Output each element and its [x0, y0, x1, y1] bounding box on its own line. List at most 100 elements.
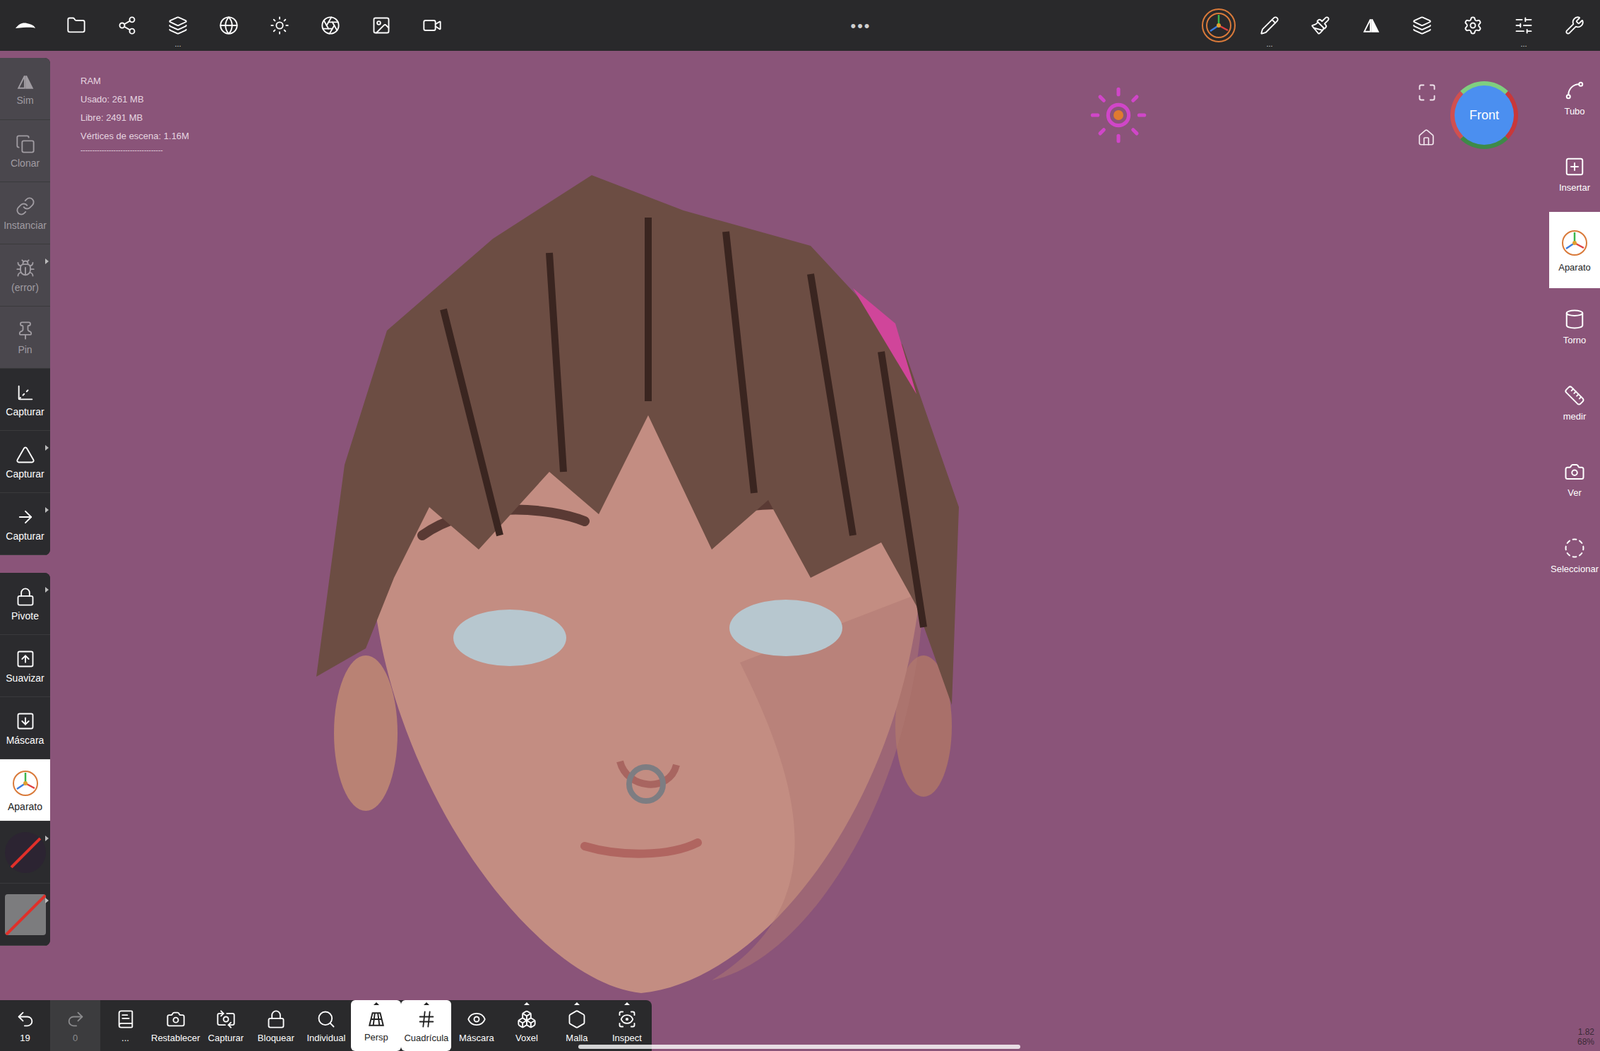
tool-label: Suavizar	[5, 672, 44, 683]
top-bar-icon	[1513, 15, 1534, 36]
left-tool[interactable]: Clonar	[0, 120, 51, 183]
top-bar-button[interactable]: ...	[1244, 0, 1295, 51]
tool-icon	[1563, 384, 1586, 407]
top-bar-icon	[422, 15, 443, 36]
right-tool[interactable]: Aparato	[1549, 211, 1600, 289]
tool-icon	[65, 1009, 86, 1029]
top-bar-icon	[168, 15, 188, 36]
bottom-tool[interactable]: Individual	[300, 999, 351, 1051]
view-cube[interactable]: Front	[1450, 81, 1519, 149]
bottom-tool[interactable]: Máscara	[451, 999, 502, 1051]
tool-label: Instanciar	[3, 220, 47, 231]
tool-label: Capturar	[208, 1033, 245, 1043]
bottom-tool[interactable]: Bloquear	[250, 999, 301, 1051]
bottom-tool[interactable]: Voxel	[501, 999, 552, 1051]
more-mark: ...	[174, 40, 181, 49]
left-tool[interactable]: Capturar	[0, 492, 51, 555]
top-bar-button[interactable]	[1396, 0, 1448, 51]
top-bar-button[interactable]	[355, 0, 407, 51]
top-bar-button[interactable]: ...	[152, 0, 204, 51]
top-bar-button[interactable]: ...	[1498, 0, 1550, 51]
bottom-tool[interactable]: ...	[100, 999, 151, 1051]
bottom-tool[interactable]: Capturar	[200, 999, 251, 1051]
left-tool[interactable]	[0, 883, 51, 946]
top-bar-button[interactable]	[254, 0, 306, 51]
left-tool[interactable]: (error)	[0, 244, 51, 307]
top-bar-button[interactable]	[50, 0, 102, 51]
top-bar-icon	[1204, 11, 1233, 40]
bottom-tool[interactable]: Restablecer	[150, 999, 201, 1051]
tool-label: Insertar	[1559, 182, 1591, 193]
left-tool[interactable]: Suavizar	[0, 634, 51, 697]
top-bar-button[interactable]	[305, 0, 356, 51]
view-cube-label: Front	[1469, 105, 1500, 125]
top-bar-button[interactable]	[0, 0, 51, 51]
tool-icon	[1563, 79, 1586, 101]
sculpt-head-icon[interactable]	[316, 168, 965, 995]
bottom-tool[interactable]: 19	[0, 999, 51, 1051]
right-tool[interactable]: medir	[1549, 364, 1600, 441]
left-tool[interactable]: Capturar	[0, 368, 51, 431]
tool-icon	[15, 382, 36, 403]
right-panel: Tubo Insertar AparatoTornomedirVer Seleccio…	[1549, 50, 1600, 1000]
ram-title: RAM	[80, 72, 190, 91]
tool-icon	[1563, 308, 1586, 330]
left-tool[interactable]: Instanciar	[0, 182, 51, 245]
tool-icon	[15, 1009, 36, 1029]
right-tool[interactable]: Insertar	[1549, 135, 1600, 212]
tool-label: Pin	[17, 344, 32, 355]
left-tool[interactable]: Sim	[0, 57, 51, 121]
submenu-arrow-icon	[45, 835, 49, 841]
tool-icon	[15, 506, 36, 527]
bottom-tool[interactable]: Persp	[350, 999, 402, 1051]
tool-label: Individual	[306, 1033, 346, 1043]
top-bar-button[interactable]	[1345, 0, 1397, 51]
tool-label: 19	[19, 1033, 30, 1043]
tool-label: 0	[72, 1033, 78, 1043]
bottom-tool[interactable]: Inspect	[601, 999, 652, 1051]
right-tool[interactable]: Seleccionar	[1549, 516, 1600, 594]
left-tool[interactable]: Máscara	[0, 696, 51, 760]
left-tool[interactable]: Capturar	[0, 430, 51, 493]
top-bar-handle[interactable]: •••	[850, 14, 871, 38]
tool-icon	[1563, 461, 1586, 483]
tool-label: Capturar	[5, 530, 44, 541]
tool-icon	[15, 648, 36, 669]
right-tool[interactable]: Torno	[1549, 288, 1600, 365]
bottom-tool[interactable]: 0	[50, 999, 101, 1051]
tool-icon	[466, 1009, 487, 1029]
top-bar-icon	[1362, 16, 1381, 35]
bottom-tool[interactable]: Malla	[551, 999, 602, 1051]
left-tool[interactable]	[0, 821, 51, 884]
top-bar-button[interactable]	[1193, 0, 1245, 51]
tool-label: ...	[121, 1033, 130, 1043]
ram-info: RAMUsado: 261 MBLibre: 2491 MBVértices d…	[80, 72, 190, 156]
bottom-toolbar: 19 0... Restablecer Capturar Bloquear Individ…	[0, 999, 652, 1051]
submenu-caret-icon	[423, 1001, 430, 1005]
top-bar-button[interactable]	[1549, 0, 1600, 51]
home-icon[interactable]	[1417, 128, 1436, 147]
bottom-tool[interactable]: Cuadrícula	[401, 999, 452, 1051]
left-tool[interactable]: Pin	[0, 306, 51, 369]
fullscreen-icon[interactable]	[1417, 82, 1437, 103]
left-tool[interactable]: Pivote	[0, 572, 51, 635]
light-sun-icon[interactable]	[1086, 83, 1151, 147]
tool-icon	[617, 1009, 637, 1029]
submenu-arrow-icon	[45, 444, 49, 451]
right-tool[interactable]: Tubo	[1549, 59, 1600, 136]
top-bar-icon	[66, 15, 87, 36]
top-bar-button[interactable]	[1294, 0, 1346, 51]
top-bar-button[interactable]	[101, 0, 153, 51]
tool-icon	[316, 1009, 337, 1029]
top-bar-button[interactable]	[406, 0, 458, 51]
right-tool[interactable]: Ver	[1549, 440, 1600, 517]
left-tool-group: Pivote Suavizar MáscaraAparato	[0, 572, 51, 946]
top-bar-button[interactable]	[203, 0, 255, 51]
left-tool[interactable]: Aparato	[0, 759, 51, 822]
tool-label: Bloquear	[257, 1033, 295, 1043]
tool-label: Seleccionar	[1550, 564, 1599, 574]
viewport[interactable]: RAMUsado: 261 MBLibre: 2491 MBVértices d…	[50, 50, 1550, 1000]
more-mark: ...	[1520, 40, 1527, 49]
top-bar-button[interactable]	[1447, 0, 1499, 51]
home-indicator[interactable]	[578, 1044, 1021, 1049]
